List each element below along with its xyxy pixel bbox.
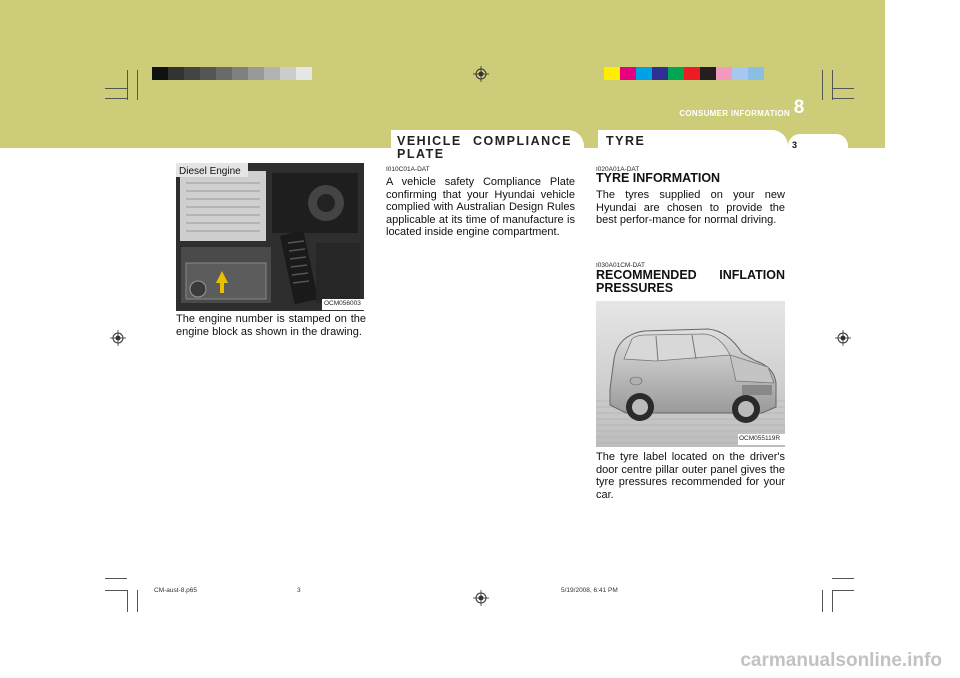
crop-mark — [105, 98, 127, 99]
calibration-swatch — [280, 67, 296, 80]
calibration-swatch — [248, 67, 264, 80]
crop-mark — [105, 578, 127, 579]
calibration-swatch — [604, 67, 620, 80]
calibration-swatch — [748, 67, 764, 80]
crop-mark — [832, 590, 854, 591]
calibration-swatch — [152, 67, 168, 80]
suv-photo-icon — [596, 301, 785, 447]
crop-mark — [105, 590, 127, 591]
registration-mark-icon — [473, 590, 489, 606]
crop-mark — [832, 578, 854, 579]
footer-filename: CM-aust-8.p65 — [154, 587, 197, 594]
registration-mark-icon — [110, 330, 126, 346]
calibration-swatch — [652, 67, 668, 80]
calibration-swatch — [636, 67, 652, 80]
calibration-swatch — [296, 67, 312, 80]
crop-mark — [137, 70, 138, 100]
crop-mark — [127, 590, 128, 612]
footer-datetime: 5/19/2008, 6:41 PM — [561, 587, 618, 594]
section-label: CONSUMER INFORMATION — [679, 109, 790, 118]
section-code: I010C01A-DAT — [386, 166, 430, 173]
registration-mark-icon — [473, 66, 489, 82]
tyre-label-text: The tyre label located on the driver's d… — [596, 451, 785, 501]
calibration-swatch — [716, 67, 732, 80]
calibration-swatch — [200, 67, 216, 80]
photo-label-diesel-engine: Diesel Engine — [179, 166, 241, 177]
crop-mark — [822, 70, 823, 100]
crop-mark — [832, 88, 854, 89]
inflation-heading: RECOMMENDED INFLATION PRESSURES — [596, 268, 785, 295]
crop-mark — [832, 70, 833, 100]
crop-mark — [832, 98, 854, 99]
calibration-swatch — [264, 67, 280, 80]
watermark[interactable]: carmanualsonline.info — [740, 650, 942, 672]
calibration-swatch — [232, 67, 248, 80]
compliance-plate-text: A vehicle safety Compliance Plate confir… — [386, 176, 575, 238]
crop-mark — [105, 88, 127, 89]
tab-title-vehicle-compliance: VEHICLE COMPLIANCE PLATE — [397, 134, 572, 161]
page-number: 3 — [792, 140, 798, 150]
tyre-info-text: The tyres supplied on your new Hyundai a… — [596, 189, 785, 226]
crop-mark — [137, 590, 138, 612]
calibration-swatch — [216, 67, 232, 80]
tab-title-tyre: TYRE — [606, 134, 646, 148]
footer-page: 3 — [297, 587, 301, 594]
suv-photo — [596, 301, 785, 447]
calibration-swatch — [620, 67, 636, 80]
photo-code: OCM056003 — [324, 300, 361, 307]
calibration-swatch — [684, 67, 700, 80]
registration-mark-icon — [835, 330, 851, 346]
photo-code: OCM055119R — [739, 435, 781, 442]
calibration-swatch — [168, 67, 184, 80]
calibration-swatch — [732, 67, 748, 80]
calibration-swatch — [700, 67, 716, 80]
crop-mark — [832, 590, 833, 612]
engine-number-text: The engine number is stamped on the engi… — [176, 313, 366, 338]
calibration-swatch — [668, 67, 684, 80]
crop-mark — [822, 590, 823, 612]
grey-calibration-strip — [152, 67, 312, 80]
tyre-info-heading: TYRE INFORMATION — [596, 171, 721, 185]
crop-mark — [127, 70, 128, 100]
calibration-swatch — [184, 67, 200, 80]
color-calibration-strip — [604, 67, 764, 80]
chapter-number: 8 — [793, 97, 805, 118]
engine-photo-icon — [176, 163, 364, 311]
engine-photo — [176, 163, 364, 311]
